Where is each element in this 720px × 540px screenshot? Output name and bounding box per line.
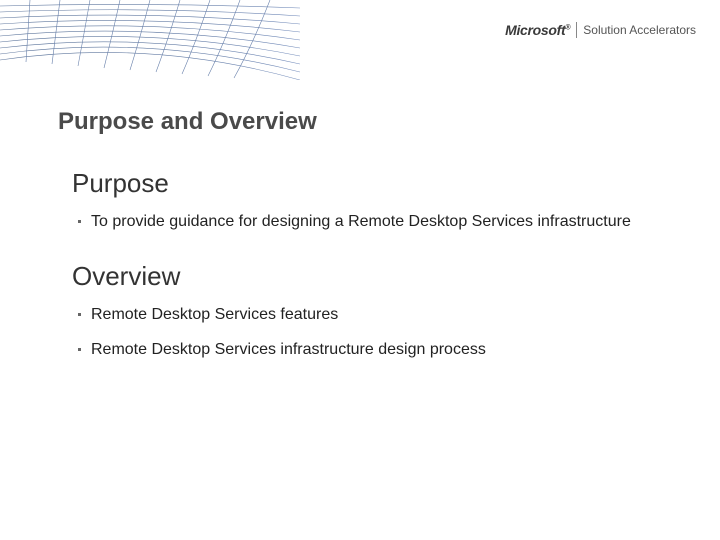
bullet-text: Remote Desktop Services infrastructure d… [91, 339, 486, 361]
bullet-icon [78, 313, 81, 316]
brand-header: Microsoft® Solution Accelerators [505, 22, 696, 38]
slide-content: Purpose To provide guidance for designin… [72, 160, 632, 375]
bullet-text: To provide guidance for designing a Remo… [91, 211, 631, 233]
slide-title: Purpose and Overview [58, 108, 317, 136]
section-heading-purpose: Purpose [72, 168, 632, 199]
brand-divider [576, 22, 577, 38]
decorative-mesh [0, 0, 300, 80]
microsoft-logo: Microsoft® [505, 22, 570, 38]
list-item: To provide guidance for designing a Remo… [72, 211, 632, 233]
bullet-icon [78, 348, 81, 351]
bullet-icon [78, 220, 81, 223]
list-item: Remote Desktop Services infrastructure d… [72, 339, 632, 361]
bullet-text: Remote Desktop Services features [91, 304, 338, 326]
section-heading-overview: Overview [72, 261, 632, 292]
list-item: Remote Desktop Services features [72, 304, 632, 326]
product-name: Solution Accelerators [583, 23, 696, 37]
